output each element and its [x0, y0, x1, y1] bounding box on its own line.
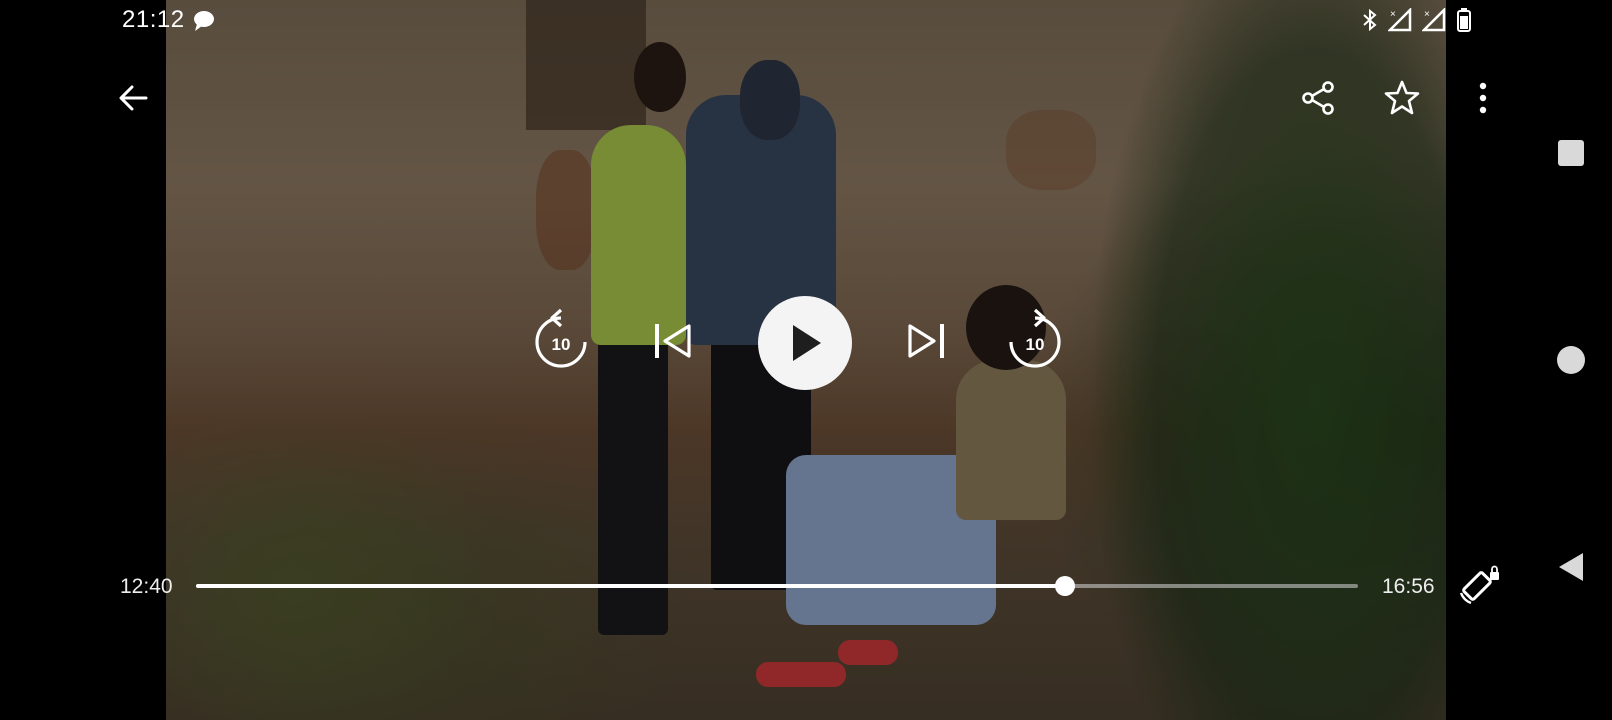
skip-next-icon — [908, 324, 944, 358]
rotation-lock-button[interactable] — [1452, 560, 1506, 614]
next-button[interactable] — [901, 318, 951, 364]
forward-seconds-label: 10 — [1026, 335, 1045, 354]
forward-10-icon: 10 — [1009, 308, 1061, 368]
home-button[interactable] — [1550, 339, 1592, 381]
rewind-seconds-label: 10 — [552, 335, 571, 354]
signal-no-data-icon: × — [1388, 8, 1412, 32]
status-clock: 21:12 — [122, 6, 185, 33]
status-bar: 21:12 × × — [0, 0, 1612, 40]
share-button[interactable] — [1291, 71, 1345, 125]
more-vert-icon — [1479, 82, 1487, 114]
replay-10-icon: 10 — [535, 308, 587, 368]
recents-button[interactable] — [1550, 132, 1592, 174]
rewind-10-button[interactable]: 10 — [530, 308, 592, 374]
forward-10-button[interactable]: 10 — [1004, 308, 1066, 374]
bluetooth-icon — [1363, 8, 1377, 32]
back-triangle-icon — [1559, 553, 1583, 581]
play-button[interactable] — [758, 296, 852, 390]
more-options-button[interactable] — [1456, 71, 1510, 125]
back-nav-button[interactable] — [1550, 546, 1592, 588]
back-button[interactable] — [106, 71, 160, 125]
current-time: 12:40 — [120, 575, 173, 598]
previous-button[interactable] — [648, 318, 698, 364]
home-circle-icon — [1557, 346, 1585, 374]
total-duration: 16:56 — [1382, 575, 1435, 598]
arrow-back-icon — [119, 85, 148, 111]
signal-no-data-icon: × — [1422, 8, 1446, 32]
status-icons: × × — [1360, 7, 1472, 33]
star-outline-icon — [1384, 80, 1420, 115]
recents-square-icon — [1558, 140, 1584, 166]
svg-text:×: × — [1424, 9, 1430, 20]
chat-bubble-icon — [194, 11, 214, 31]
favorite-button[interactable] — [1375, 71, 1429, 125]
seek-bar[interactable] — [196, 576, 1358, 596]
play-icon — [793, 325, 821, 361]
svg-text:×: × — [1390, 9, 1396, 20]
share-icon — [1302, 81, 1334, 115]
skip-previous-icon — [655, 324, 691, 358]
battery-icon — [1457, 8, 1471, 32]
seek-progress — [196, 584, 1066, 588]
screen-rotation-lock-icon — [1459, 565, 1499, 605]
navigation-bar — [1528, 0, 1612, 720]
